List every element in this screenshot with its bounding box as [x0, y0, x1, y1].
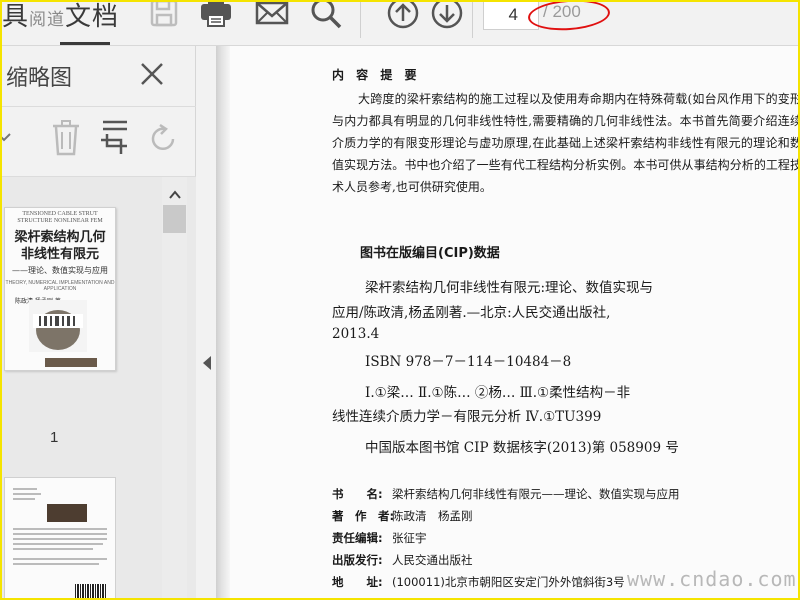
scroll-up-icon[interactable] [167, 187, 183, 203]
chevron-icon [0, 133, 11, 142]
sidebar-splitter[interactable] [196, 46, 216, 600]
cip-line: 应用/陈政清,杨孟刚著.—北京:人民交通出版社, [332, 305, 611, 321]
watermark: www.cndao.com [627, 567, 797, 591]
cip-line: Ⅰ.①梁… Ⅱ.①陈… ②杨… Ⅲ.①柔性结构－非 [365, 385, 631, 401]
thumbnail-scrollbar[interactable] [162, 177, 187, 600]
info-row: 责任编辑: 张征宇 [332, 531, 427, 545]
page-edge [216, 46, 230, 600]
cip-line: 线性连续介质力学－有限元分析 Ⅳ.①TU399 [332, 409, 602, 425]
print-button[interactable] [196, 0, 236, 30]
collapse-arrow-icon[interactable] [203, 356, 211, 370]
mail-button[interactable] [252, 0, 292, 30]
cip-line: 梁杆索结构几何非线性有限元:理论、数值实现与 [365, 280, 654, 296]
app-title: 具阅道文档 [2, 2, 120, 32]
save-icon [150, 0, 178, 27]
cip-line: 2013.4 [332, 326, 380, 342]
sidebar-options-button[interactable] [0, 118, 22, 158]
page-thumbnail-2[interactable] [4, 477, 116, 600]
next-page-button[interactable] [427, 0, 467, 30]
thumbnail-image [47, 504, 87, 522]
summary-text: 大跨度的梁杆索结构的施工过程以及使用寿命期内在特殊荷载(如台风作用下的变形与内力… [332, 92, 800, 194]
rotate-icon [151, 123, 175, 151]
annotation-circle [527, 0, 611, 33]
info-row: 地 址: (100011)北京市朝阳区安定门外外馆斜街3号 [332, 575, 625, 589]
search-button[interactable] [306, 0, 346, 30]
toolbar-separator [472, 0, 473, 38]
thumbnail-list[interactable]: TENSIONED CABLE STRUT STRUCTURE NONLINEA… [0, 177, 196, 600]
close-icon [141, 63, 163, 85]
info-row: 著 作 者:陈政清 杨孟刚 [332, 509, 473, 523]
summary-heading: 内 容 提 要 [332, 68, 421, 82]
rotate-page-button[interactable] [146, 118, 182, 158]
print-icon [201, 0, 231, 27]
sidebar-close-button[interactable] [138, 60, 166, 88]
page-thumbnail-1[interactable]: TENSIONED CABLE STRUT STRUCTURE NONLINEA… [4, 207, 116, 371]
info-row: 出版发行: 人民交通出版社 [332, 553, 473, 567]
crop-icon [101, 120, 127, 154]
cover-publisher-strip [45, 358, 97, 367]
crop-page-button[interactable] [97, 118, 133, 158]
save-button[interactable] [144, 0, 184, 30]
info-row: 书 名: 梁杆索结构几何非线性有限元——理论、数值实现与应用 [332, 487, 680, 501]
active-tab-indicator [60, 42, 110, 45]
cip-line: 中国版本图书馆 CIP 数据核字(2013)第 058909 号 [365, 440, 679, 456]
scrollbar-thumb[interactable] [163, 205, 186, 233]
sidebar-divider [0, 106, 196, 107]
previous-page-button[interactable] [383, 0, 423, 30]
delete-page-button[interactable] [48, 118, 84, 158]
cip-heading: 图书在版编目(CIP)数据 [360, 246, 500, 261]
mail-icon [255, 1, 289, 25]
arrow-down-icon [431, 0, 463, 29]
sidebar-title: 缩略图 [6, 66, 73, 91]
toolbar: 具阅道文档 / 200 [0, 0, 800, 46]
delete-icon [53, 120, 79, 156]
toolbar-separator [360, 0, 361, 38]
thumbnail-page-number: 1 [50, 429, 59, 446]
barcode [75, 584, 107, 600]
cover-image [29, 300, 87, 352]
thumbnail-sidebar: 缩略图 TENSIONED CABLE STRUT STRUCTURE NONL… [0, 46, 196, 600]
search-icon [311, 0, 342, 29]
arrow-up-icon [387, 0, 419, 29]
cip-line: ISBN 978－7－114－10484－8 [365, 354, 572, 370]
